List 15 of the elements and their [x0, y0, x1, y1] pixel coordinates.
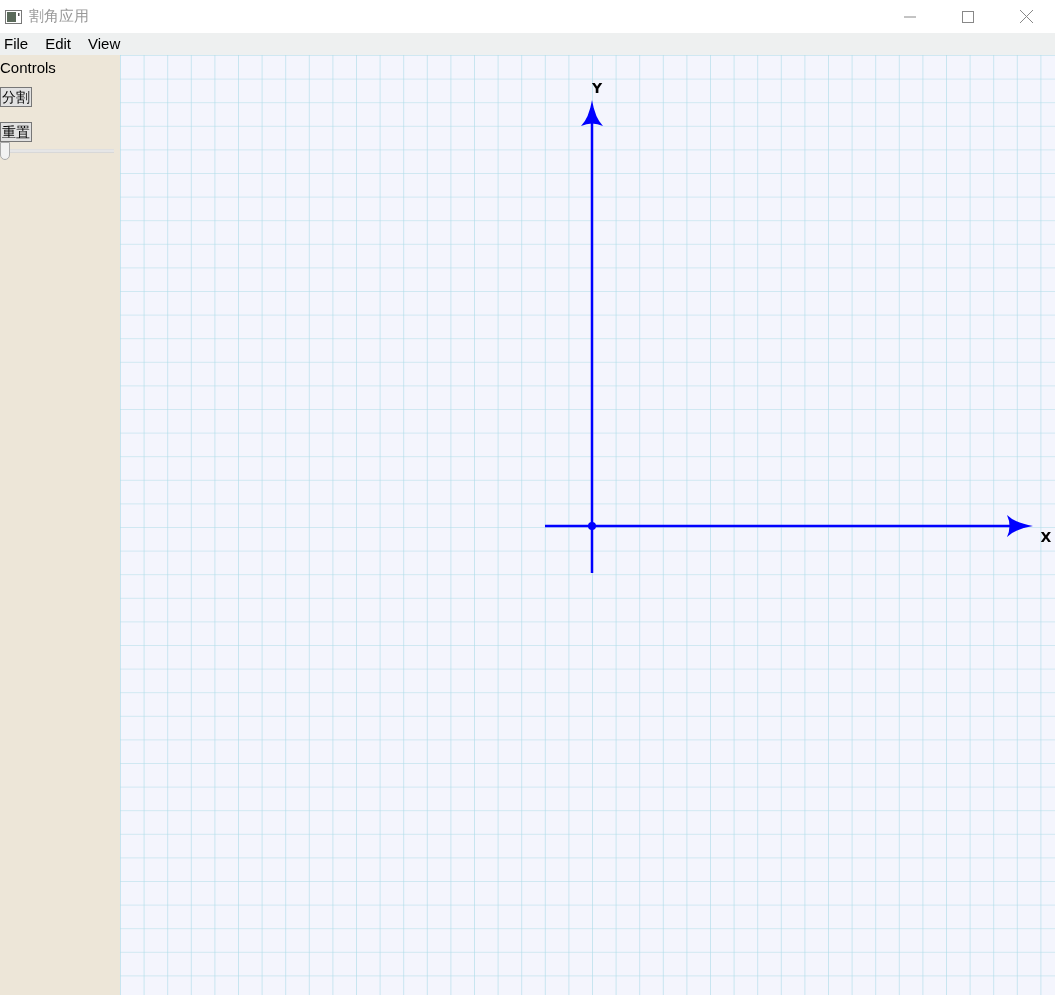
origin-point — [588, 522, 596, 530]
app-icon — [5, 9, 22, 24]
close-icon — [1019, 10, 1033, 23]
minimize-icon — [904, 15, 916, 18]
axis-label: Y — [591, 80, 603, 96]
window-title: 割角应用 — [29, 6, 89, 27]
panel-title: Controls — [0, 59, 56, 77]
axis-label: X — [1040, 529, 1052, 545]
maximize-icon — [962, 10, 974, 23]
menu-item[interactable]: File — [4, 32, 29, 56]
action-button[interactable]: 重置 — [0, 122, 32, 142]
menu-item[interactable]: Edit — [45, 32, 72, 56]
slider-thumb[interactable] — [0, 142, 10, 160]
action-button[interactable]: 分割 — [0, 87, 32, 107]
menu-item[interactable]: View — [88, 32, 121, 56]
